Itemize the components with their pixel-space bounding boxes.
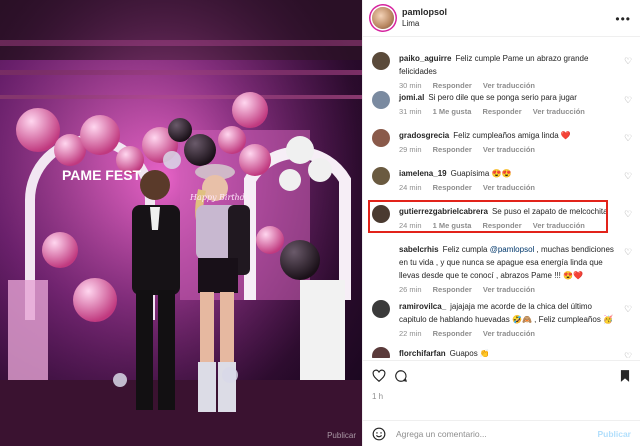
- more-options-icon[interactable]: •••: [615, 12, 631, 26]
- party-photo-illustration: PAME FEST Happy Birthday: [0, 0, 362, 446]
- commenter-username[interactable]: gradosgrecia: [399, 131, 449, 140]
- commenter-username[interactable]: iamelena_19: [399, 169, 447, 178]
- red-highlight-box: [368, 200, 608, 233]
- commenter-username[interactable]: ramirovilca_: [399, 302, 446, 311]
- comment-icon[interactable]: [394, 369, 408, 383]
- like-comment-icon[interactable]: ♡: [624, 210, 632, 219]
- publish-comment-button[interactable]: Publicar: [597, 429, 631, 439]
- comment-text: Feliz cumpleaños amiga linda ❤️: [453, 131, 571, 140]
- add-comment-input[interactable]: [394, 428, 588, 440]
- commenter-avatar[interactable]: [372, 52, 390, 70]
- commenter-username[interactable]: florchifarfan: [399, 349, 446, 358]
- comments-list[interactable]: paiko_aguirre Feliz cumple Pame un abrazo…: [363, 40, 640, 358]
- user-mention-link[interactable]: @pamlopsol: [490, 245, 535, 254]
- comment-time: 22 min: [399, 329, 422, 338]
- author-username[interactable]: pamlopsol: [402, 6, 447, 18]
- translate-button[interactable]: Ver traducción: [483, 183, 535, 192]
- emoji-icon[interactable]: [372, 427, 386, 441]
- comment-text: Guapísima 😍😍: [450, 169, 512, 178]
- commenter-username[interactable]: sabelcrhis: [399, 245, 439, 254]
- commenter-avatar[interactable]: [372, 91, 390, 109]
- like-comment-icon[interactable]: ♡: [624, 96, 632, 105]
- post-side-panel: pamlopsol Lima ••• paiko_aguirre Feliz cu…: [362, 0, 640, 446]
- like-comment-icon[interactable]: ♡: [624, 134, 632, 143]
- reply-button[interactable]: Responder: [433, 145, 472, 154]
- like-comment-icon[interactable]: ♡: [624, 57, 632, 66]
- commenter-avatar[interactable]: [372, 347, 390, 358]
- heart-icon[interactable]: [372, 369, 386, 383]
- commenter-avatar[interactable]: [372, 167, 390, 185]
- translate-button[interactable]: Ver traducción: [483, 329, 535, 338]
- comment-time: 24 min: [399, 183, 422, 192]
- post-date: 1 h: [372, 392, 384, 401]
- photo-watermark: Publicar: [327, 431, 356, 440]
- comment-likes[interactable]: 1 Me gusta: [433, 107, 472, 116]
- commenter-avatar[interactable]: [372, 300, 390, 318]
- reply-button[interactable]: Responder: [433, 329, 472, 338]
- like-comment-icon[interactable]: ♡: [624, 352, 632, 359]
- post-photo[interactable]: PAME FEST Happy Birthday Publicar: [0, 0, 362, 446]
- bookmark-icon[interactable]: [618, 369, 632, 383]
- reply-button[interactable]: Responder: [433, 81, 472, 90]
- post-location[interactable]: Lima: [402, 18, 447, 30]
- translate-button[interactable]: Ver traducción: [483, 145, 535, 154]
- translate-button[interactable]: Ver traducción: [483, 285, 535, 294]
- happy-birthday-banner: Happy Birthday: [189, 193, 255, 202]
- translate-button[interactable]: Ver traducción: [483, 81, 535, 90]
- reply-button[interactable]: Responder: [482, 107, 521, 116]
- comment-text: Guapos 👏: [449, 349, 490, 358]
- comment-time: 30 min: [399, 81, 422, 90]
- comment-time: 29 min: [399, 145, 422, 154]
- add-comment-bar: Publicar: [363, 420, 640, 447]
- commenter-avatar[interactable]: [372, 243, 390, 261]
- translate-button[interactable]: Ver traducción: [533, 107, 585, 116]
- commenter-avatar[interactable]: [372, 129, 390, 147]
- author-avatar[interactable]: [372, 7, 394, 29]
- post-header: pamlopsol Lima •••: [363, 0, 640, 37]
- reply-button[interactable]: Responder: [433, 285, 472, 294]
- like-comment-icon[interactable]: ♡: [624, 248, 632, 257]
- like-comment-icon[interactable]: ♡: [624, 172, 632, 181]
- reply-button[interactable]: Responder: [433, 183, 472, 192]
- commenter-username[interactable]: jomi.al: [399, 93, 424, 102]
- comment-text: Si pero dile que se ponga serio para jug…: [428, 93, 577, 102]
- like-comment-icon[interactable]: ♡: [624, 305, 632, 314]
- comment-time: 26 min: [399, 285, 422, 294]
- post-action-bar: [363, 360, 640, 391]
- commenter-username[interactable]: paiko_aguirre: [399, 54, 451, 63]
- comment-time: 31 min: [399, 107, 422, 116]
- pame-fest-sign: PAME FEST: [62, 167, 142, 183]
